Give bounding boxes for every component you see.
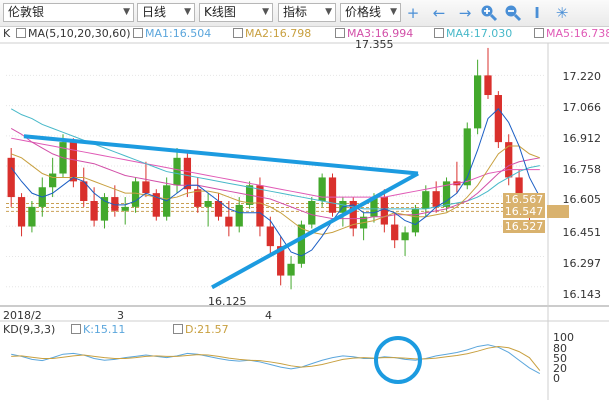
candle-body xyxy=(308,200,316,225)
price-tick: 16.451 xyxy=(562,226,602,239)
candle-body xyxy=(235,204,243,227)
kd-k-value: K:15.11 xyxy=(71,323,125,336)
candle-body xyxy=(204,200,212,207)
price-tag: 16.527 xyxy=(503,220,545,233)
date-label-start: 2018/2 xyxy=(3,309,42,322)
price-tick: 16.912 xyxy=(562,132,602,145)
candle-body xyxy=(183,157,192,190)
date-label-march: 3 xyxy=(117,309,124,322)
candle-body xyxy=(7,157,15,198)
candle-body xyxy=(121,206,129,211)
candle-body xyxy=(484,75,492,96)
candle-body xyxy=(266,226,274,247)
candle-body xyxy=(328,177,337,213)
kd-label: KD(9,3,3) xyxy=(3,323,56,336)
candle-body xyxy=(422,191,430,209)
kd-k-line xyxy=(11,344,541,374)
candle-body xyxy=(494,95,502,143)
trendline-lower xyxy=(211,171,419,290)
kd-d-line xyxy=(11,345,541,371)
candle-body xyxy=(380,197,388,225)
candle-body xyxy=(401,232,409,241)
candle-body xyxy=(225,216,233,227)
price-tag-edge xyxy=(547,205,569,218)
candle-body xyxy=(142,181,150,194)
price-tick: 16.758 xyxy=(562,163,602,176)
price-tag: 16.547 xyxy=(503,205,545,218)
candle-body xyxy=(256,185,264,227)
candle-body xyxy=(473,75,482,129)
candle-body xyxy=(69,142,78,182)
price-tick: 17.220 xyxy=(562,70,602,83)
candle-body xyxy=(90,200,98,221)
d-checkbox[interactable] xyxy=(173,324,183,334)
candle-body xyxy=(297,224,306,264)
candle-body xyxy=(28,206,36,227)
candle-body xyxy=(432,191,440,207)
kd-tick: 0 xyxy=(553,372,560,385)
candle-body xyxy=(287,263,295,276)
trendline-upper xyxy=(23,134,419,176)
kd-lines xyxy=(11,344,541,374)
candle-body xyxy=(17,197,26,227)
candle-body xyxy=(49,173,57,188)
kd-legend: KD(9,3,3) K:15.11 D:21.57 xyxy=(3,323,229,336)
date-label-april: 4 xyxy=(265,309,272,322)
low-price-label: 16.125 xyxy=(208,295,247,308)
price-tick: 16.143 xyxy=(562,288,602,301)
kd-d-value: D:21.57 xyxy=(173,323,229,336)
candle-body xyxy=(411,208,420,233)
high-price-label: 17.355 xyxy=(355,38,394,51)
candle-body xyxy=(391,224,399,241)
price-tick: 16.297 xyxy=(562,257,602,270)
price-tick: 17.066 xyxy=(562,101,602,114)
k-checkbox[interactable] xyxy=(71,324,81,334)
moving-averages xyxy=(10,108,541,257)
candle-body xyxy=(173,157,181,186)
